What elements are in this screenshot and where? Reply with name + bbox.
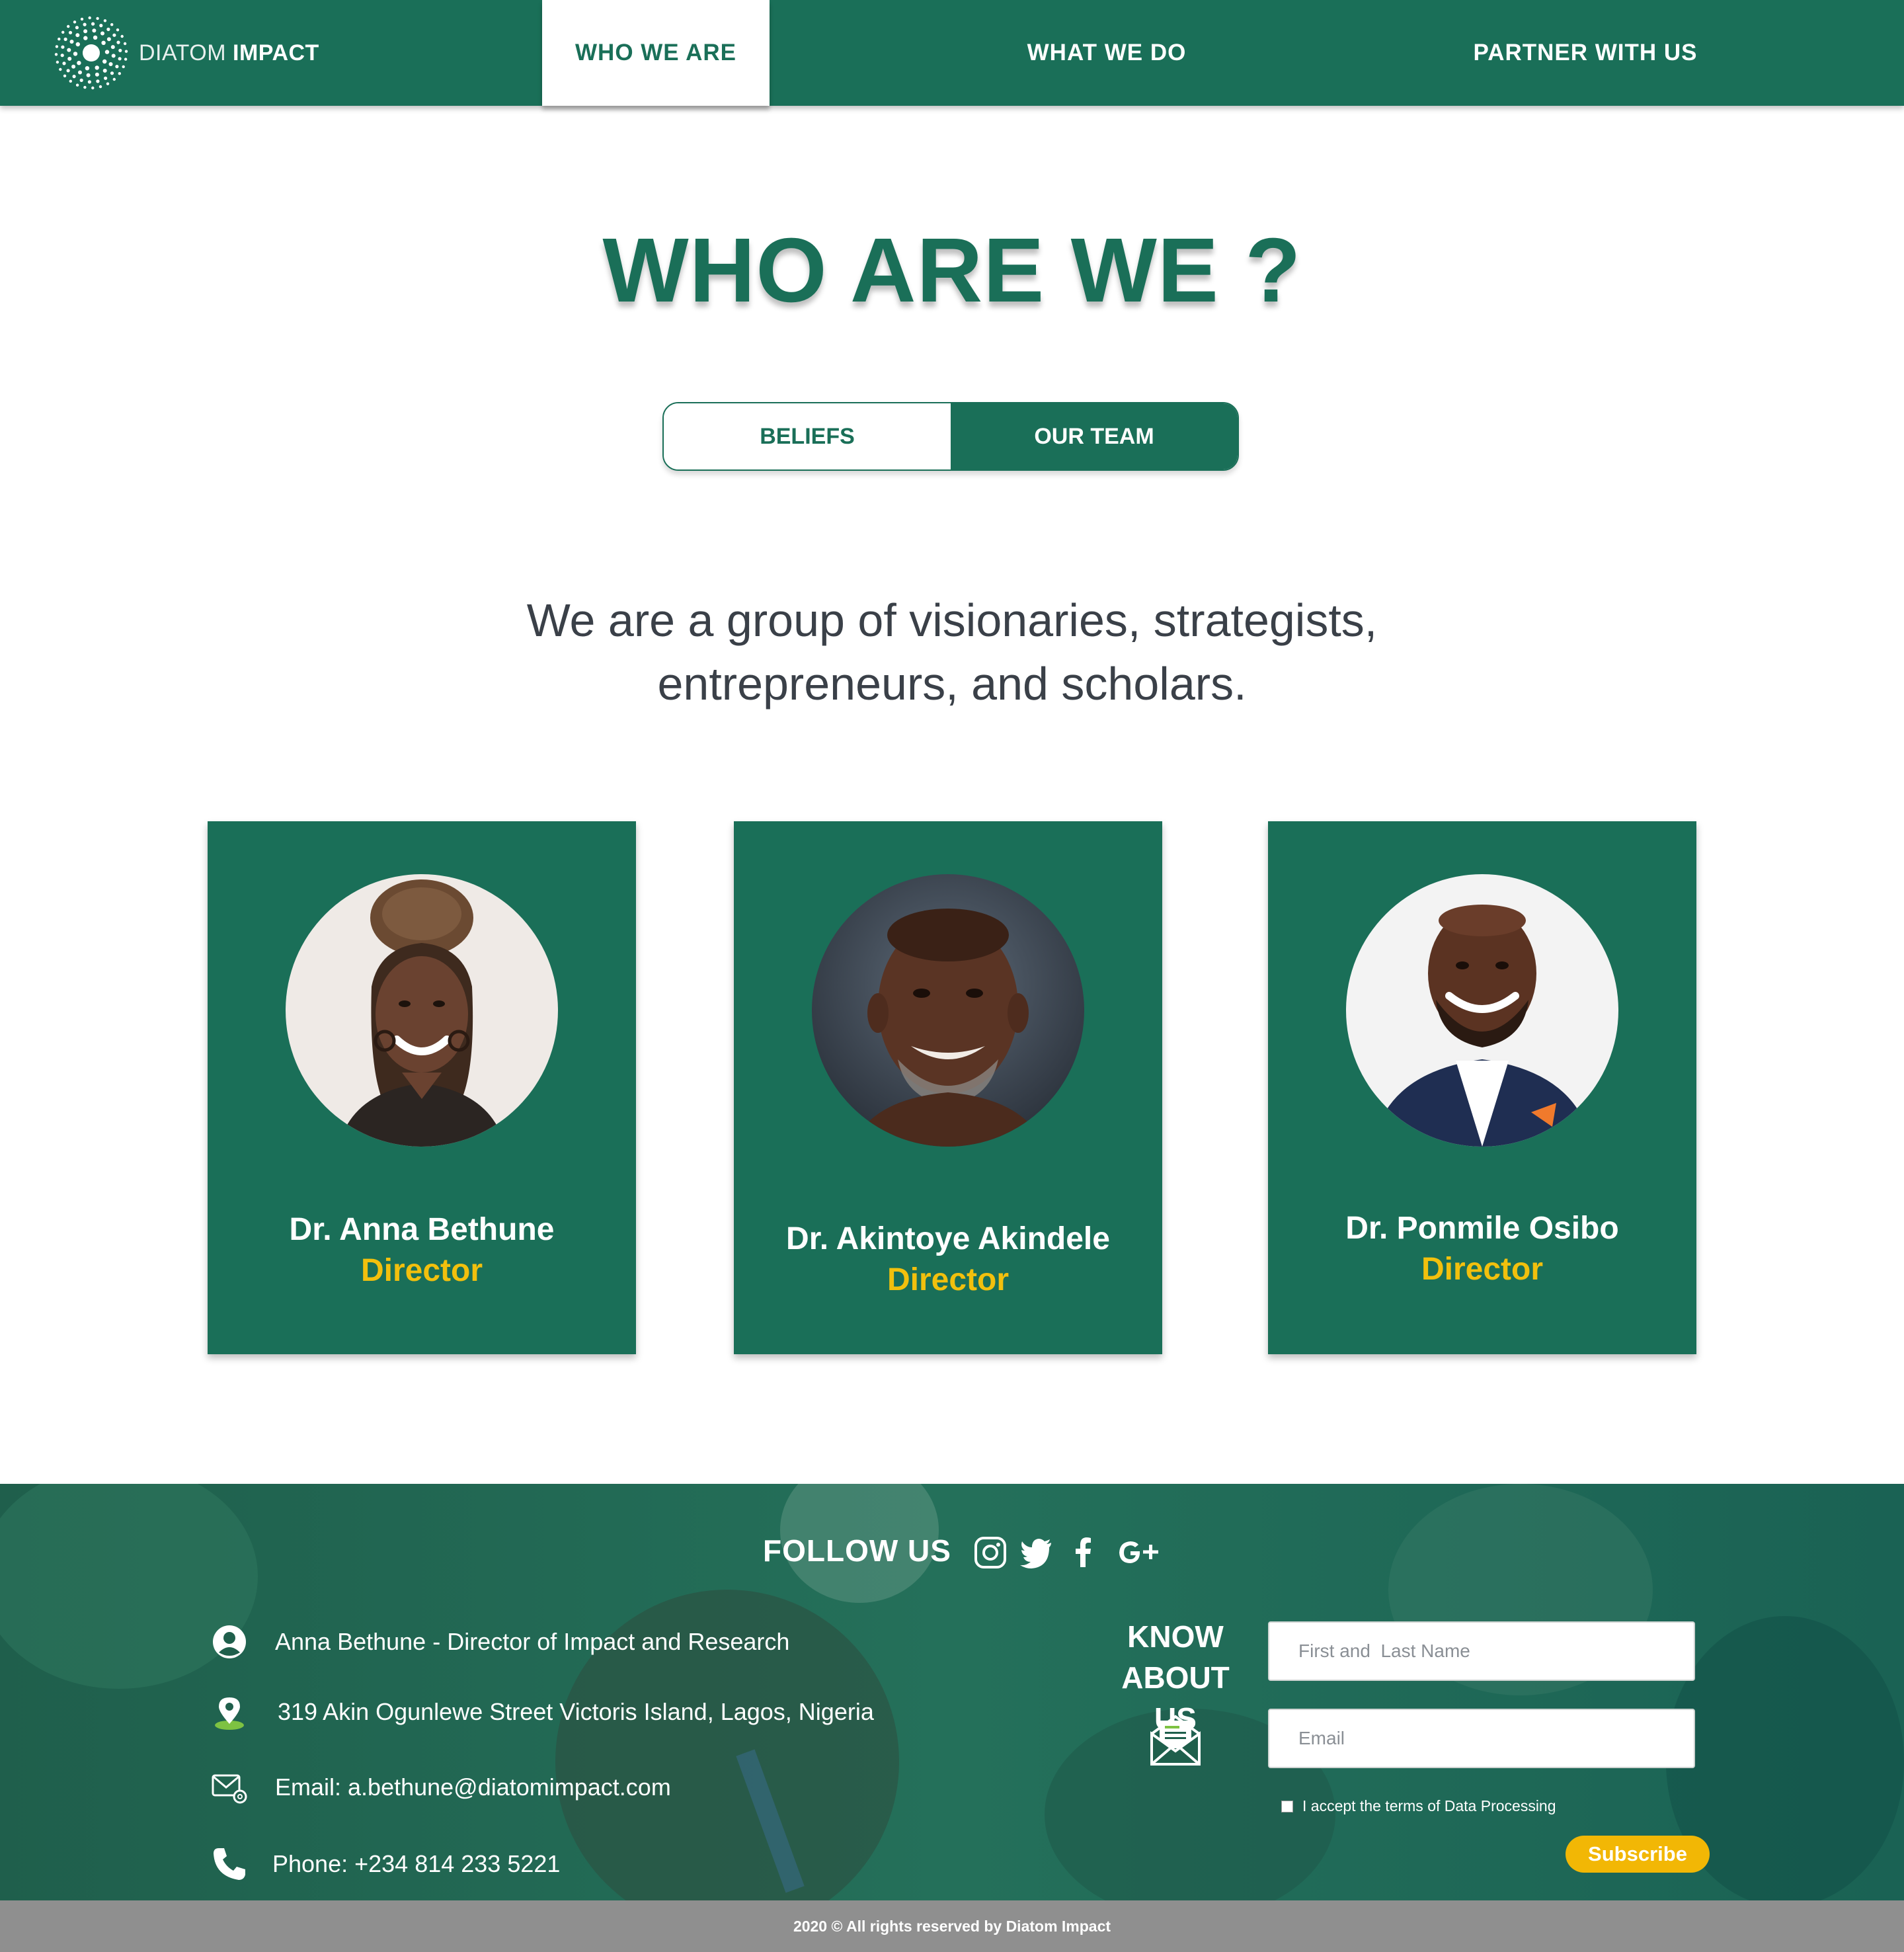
email-field[interactable] xyxy=(1268,1709,1695,1768)
tab-beliefs[interactable]: BELIEFS xyxy=(664,403,951,469)
team-member-name: Dr. Anna Bethune xyxy=(289,1212,555,1247)
avatar xyxy=(286,874,558,1147)
map-pin-icon xyxy=(210,1693,249,1731)
terms-checkbox[interactable] xyxy=(1281,1800,1293,1812)
newsletter-envelope-icon xyxy=(1150,1715,1201,1766)
team-member-name: Dr. Ponmile Osibo xyxy=(1345,1211,1619,1246)
terms-label: I accept the terms of Data Processing xyxy=(1302,1797,1556,1814)
subscribe-button[interactable]: Subscribe xyxy=(1566,1836,1710,1873)
copyright-bar: 2020 © All rights reserved by Diatom Imp… xyxy=(0,1900,1904,1952)
follow-us-heading: FOLLOW US xyxy=(763,1533,951,1568)
contact-email-text[interactable]: Email: a.bethune@diatomimpact.com xyxy=(275,1773,671,1801)
contact-person-text: Anna Bethune - Director of Impact and Re… xyxy=(275,1628,790,1655)
logo-text: DIATOM IMPACT xyxy=(139,40,319,66)
tab-our-team[interactable]: OUR TEAM xyxy=(951,403,1238,469)
nav-item-partner-with-us[interactable]: PARTNER WITH US xyxy=(1452,0,1719,106)
portrait-man-suit-icon xyxy=(1346,874,1618,1147)
intro-line-1: We are a group of visionaries, strategis… xyxy=(526,594,1378,646)
footer: FOLLOW US Anna Bethune - Director of Imp… xyxy=(0,1484,1904,1900)
contact-email[interactable]: Email: a.bethune@diatomimpact.com xyxy=(210,1768,671,1807)
contact-person: Anna Bethune - Director of Impact and Re… xyxy=(210,1623,789,1661)
team-card-anna-bethune[interactable]: Dr. Anna Bethune Director xyxy=(208,821,636,1354)
phone-icon xyxy=(210,1845,249,1883)
copyright-text: 2020 © All rights reserved by Diatom Imp… xyxy=(793,1917,1111,1935)
top-nav: DIATOM IMPACT WHO WE ARE WHAT WE DO PART… xyxy=(0,0,1904,106)
team-member-name: Dr. Akintoye Akindele xyxy=(786,1221,1110,1256)
intro-line-2: entrepreneurs, and scholars. xyxy=(657,658,1247,710)
team-member-role: Director xyxy=(887,1262,1010,1297)
name-field[interactable] xyxy=(1268,1621,1695,1681)
team-member-role: Director xyxy=(360,1253,483,1288)
team-card-ponmile-osibo[interactable]: Dr. Ponmile Osibo Director xyxy=(1268,821,1696,1354)
nav-item-who-we-are[interactable]: WHO WE ARE xyxy=(542,0,770,106)
contact-phone[interactable]: Phone: +234 814 233 5221 xyxy=(210,1845,560,1883)
know-line-1: KNOW xyxy=(1127,1619,1224,1654)
email-icon xyxy=(210,1768,249,1807)
facebook-icon[interactable] xyxy=(1064,1534,1101,1571)
nav-item-what-we-do[interactable]: WHAT WE DO xyxy=(976,0,1238,106)
logo-text-bold: IMPACT xyxy=(233,40,319,65)
logo[interactable]: DIATOM IMPACT xyxy=(53,15,319,91)
avatar xyxy=(1346,874,1618,1147)
contact-address: 319 Akin Ogunlewe Street Victoris Island… xyxy=(210,1693,874,1731)
contact-address-text: 319 Akin Ogunlewe Street Victoris Island… xyxy=(278,1698,874,1725)
avatar xyxy=(812,874,1084,1147)
twitter-icon[interactable] xyxy=(1018,1534,1055,1571)
user-circle-icon xyxy=(210,1623,249,1661)
google-plus-icon[interactable] xyxy=(1116,1534,1162,1571)
contact-phone-text[interactable]: Phone: +234 814 233 5221 xyxy=(272,1850,560,1878)
team-card-akintoye-akindele[interactable]: Dr. Akintoye Akindele Director xyxy=(734,821,1162,1354)
section-toggle: BELIEFS OUR TEAM xyxy=(662,402,1239,471)
diatom-logo-icon xyxy=(54,16,128,90)
page-title: WHO ARE WE ? xyxy=(602,220,1302,321)
team-member-role: Director xyxy=(1421,1252,1544,1287)
terms-consent: I accept the terms of Data Processing xyxy=(1281,1797,1556,1815)
portrait-woman-icon xyxy=(286,874,558,1147)
intro-text: We are a group of visionaries, strategis… xyxy=(423,589,1481,715)
logo-text-light: DIATOM xyxy=(139,40,227,65)
portrait-man-icon xyxy=(812,874,1084,1147)
instagram-icon[interactable] xyxy=(972,1534,1009,1571)
